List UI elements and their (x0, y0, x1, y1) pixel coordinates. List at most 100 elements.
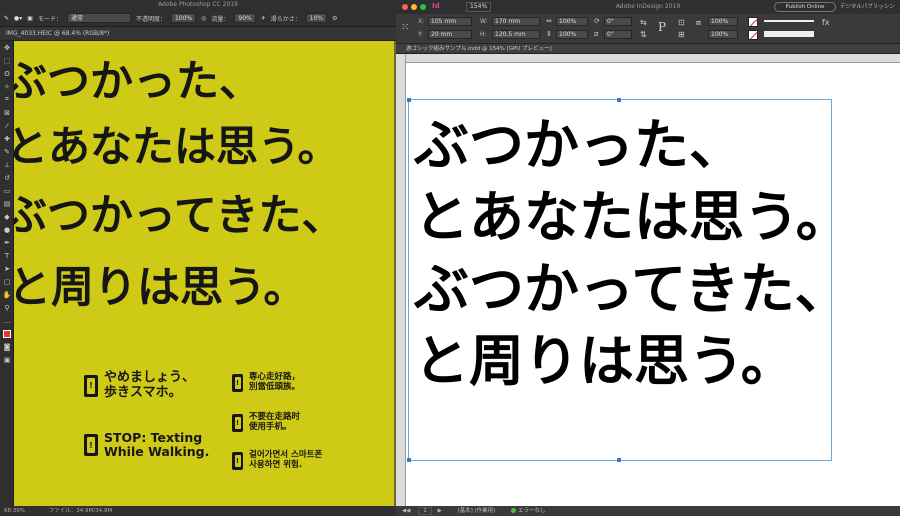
flip-vertical-icon[interactable]: ⇅ (640, 30, 647, 39)
photoshop-canvas[interactable]: ぶつかった、 とあなたは思う。 ぶつかってきた、 と周りは思う。 ! やめましょ… (14, 41, 396, 506)
reference-point-icon[interactable]: ⁙ (401, 22, 409, 33)
gradient-tool-icon[interactable]: ▤ (0, 197, 14, 210)
flow-field[interactable]: 90% (234, 13, 256, 23)
frame-handle[interactable] (617, 98, 621, 102)
eraser-tool-icon[interactable]: ▭ (0, 184, 14, 197)
stroke-swatch-icon[interactable] (748, 30, 758, 40)
document-text-line-3[interactable]: ぶつかってきた、 (414, 259, 850, 319)
brush-preset-icon[interactable]: ●▾ (14, 15, 22, 22)
color-swatches-icon[interactable] (0, 327, 14, 340)
sign-korean-text: 걸어가면서 스마트폰 사용하면 위험. (249, 450, 323, 470)
lasso-tool-icon[interactable]: ʘ (0, 67, 14, 80)
quick-select-tool-icon[interactable]: ✧ (0, 80, 14, 93)
x-field[interactable]: 105 mm (428, 17, 472, 26)
scale-y-icon: ⇕ (546, 30, 552, 38)
blur-tool-icon[interactable]: ◆ (0, 210, 14, 223)
select-container-icon[interactable]: ⊡ (678, 18, 685, 27)
brush-panel-icon[interactable]: ▣ (27, 15, 33, 22)
first-page-icon[interactable]: ◀◀ (402, 508, 410, 514)
stroke-weight-icon[interactable] (764, 20, 814, 22)
select-content-icon[interactable]: ⊞ (678, 30, 685, 39)
move-tool-icon[interactable]: ✥ (0, 41, 14, 54)
photoshop-zoom-level[interactable]: 68.39% (4, 508, 25, 514)
text-frame-icon[interactable]: P (658, 20, 666, 34)
type-tool-icon[interactable]: T (0, 249, 14, 262)
dodge-tool-icon[interactable]: ● (0, 223, 14, 236)
mode-select[interactable]: 通常 (66, 13, 131, 23)
w-field[interactable]: 170 mm (492, 17, 540, 26)
smoothing-field[interactable]: 10% (305, 13, 328, 23)
next-page-icon[interactable]: ▶ (437, 508, 441, 514)
indesign-window: Id 154% Adobe InDesign 2019 Publish Onli… (396, 0, 900, 516)
frame-handle[interactable] (617, 458, 621, 462)
footprint-icon: ! (232, 373, 243, 392)
footprint-icon: ! (232, 451, 243, 470)
crop-tool-icon[interactable]: ⌗ (0, 93, 14, 106)
history-brush-tool-icon[interactable]: ↺ (0, 171, 14, 184)
document-text-line-2[interactable]: とあなたは思う。 (414, 187, 851, 247)
document-text-line-1[interactable]: ぶつかった、 (414, 115, 744, 175)
frame-handle[interactable] (407, 98, 411, 102)
vertical-ruler[interactable] (396, 54, 406, 506)
hand-tool-icon[interactable]: ✋ (0, 288, 14, 301)
brush-tool-icon[interactable]: ✎ (4, 15, 9, 22)
poster-line-4: と周りは思う。 (14, 263, 307, 313)
photoshop-doc-tab-label: IMG_4033.HEIC @ 68.4% (RGB/8*) (6, 30, 110, 37)
smoothing-settings-icon[interactable]: ⚙ (332, 15, 337, 22)
stroke-style-icon[interactable] (764, 31, 814, 37)
indesign-pasteboard[interactable]: ぶつかった、 とあなたは思う。 ぶつかってきた、 と周りは思う。 (406, 63, 900, 506)
flip-horizontal-icon[interactable]: ⇆ (640, 18, 647, 27)
brush-tool-panel-icon[interactable]: ✎ (0, 145, 14, 158)
photoshop-status-bar: 68.39% ファイル：34.9M/34.9M (0, 506, 396, 516)
preflight-ok-icon (511, 508, 517, 513)
opacity-field[interactable]: 100% (170, 13, 197, 23)
page-number-field[interactable]: 1 (418, 507, 432, 515)
preflight-status-text: エラーなし (518, 508, 546, 514)
more-tools-icon[interactable]: … (0, 314, 14, 327)
indesign-page[interactable]: ぶつかった、 とあなたは思う。 ぶつかってきた、 と周りは思う。 (406, 63, 900, 506)
indesign-document-tab[interactable]: 游ゴシック組みサンプル.indd @ 154% [GPU プレビュー] (396, 44, 900, 54)
path-select-tool-icon[interactable]: ➤ (0, 262, 14, 275)
frame-handle[interactable] (407, 458, 411, 462)
photoshop-tools-panel: ✥ ⬚ ʘ ✧ ⌗ ⊠ ⁄ ✚ ✎ ⊥ ↺ ▭ ▤ ◆ ● ✒ T ➤ ▢ ✋ … (0, 41, 14, 506)
eyedropper-tool-icon[interactable]: ⁄ (0, 119, 14, 132)
scale-y-field[interactable]: 100% (556, 30, 588, 39)
sign-chinese-traditional-text: 専心走好路， 別當低頭族。 (249, 372, 301, 392)
publish-online-button[interactable]: Publish Online (774, 2, 836, 12)
smoothing-label: 滑らかさ： (270, 15, 301, 23)
sign-chinese-traditional: ! 専心走好路， 別當低頭族。 (232, 372, 301, 393)
preflight-status[interactable]: エラーなし (511, 508, 546, 514)
fit-frame-icon[interactable]: ⧈ (696, 18, 701, 28)
stamp-tool-icon[interactable]: ⊥ (0, 158, 14, 171)
zoom-tool-icon[interactable]: ⚲ (0, 301, 14, 314)
airbrush-icon[interactable]: ✈ (261, 15, 266, 22)
shape-tool-icon[interactable]: ▢ (0, 275, 14, 288)
stroke-percent-field[interactable]: 100% (708, 17, 738, 26)
horizontal-ruler[interactable] (406, 54, 900, 63)
h-label: H: (480, 31, 487, 38)
mode-label: モード： (37, 15, 62, 23)
footprint-icon: ! (232, 413, 243, 432)
publish-online-label: Publish Online (785, 4, 825, 10)
effects-icon[interactable]: fx (822, 18, 830, 27)
healing-tool-icon[interactable]: ✚ (0, 132, 14, 145)
poster-line-1: ぶつかった、 (14, 57, 262, 107)
pressure-opacity-icon[interactable]: ◎ (201, 15, 206, 22)
photoshop-document-tab[interactable]: IMG_4033.HEIC @ 68.4% (RGB/8*) (0, 27, 396, 41)
screen-mode-icon[interactable]: ▣ (0, 353, 14, 366)
shear-field[interactable]: 0° (604, 30, 632, 39)
pen-tool-icon[interactable]: ✒ (0, 236, 14, 249)
y-field[interactable]: 20 mm (428, 30, 472, 39)
frame-tool-icon[interactable]: ⊠ (0, 106, 14, 119)
document-text-line-4[interactable]: と周りは思う。 (414, 331, 796, 391)
h-field[interactable]: 120.5 mm (492, 30, 540, 39)
scale-x-field[interactable]: 100% (556, 17, 588, 26)
fill-swatch-icon[interactable] (748, 17, 758, 27)
rotate-icon: ⟳ (594, 17, 600, 25)
angle-field[interactable]: 0° (604, 17, 632, 26)
quick-mask-icon[interactable]: ◙ (0, 340, 14, 353)
marquee-tool-icon[interactable]: ⬚ (0, 54, 14, 67)
stroke-percent-field-2[interactable]: 100% (708, 30, 738, 39)
y-label: Y: (418, 31, 423, 38)
preflight-profile[interactable]: [基本] (作業用) (457, 508, 495, 514)
